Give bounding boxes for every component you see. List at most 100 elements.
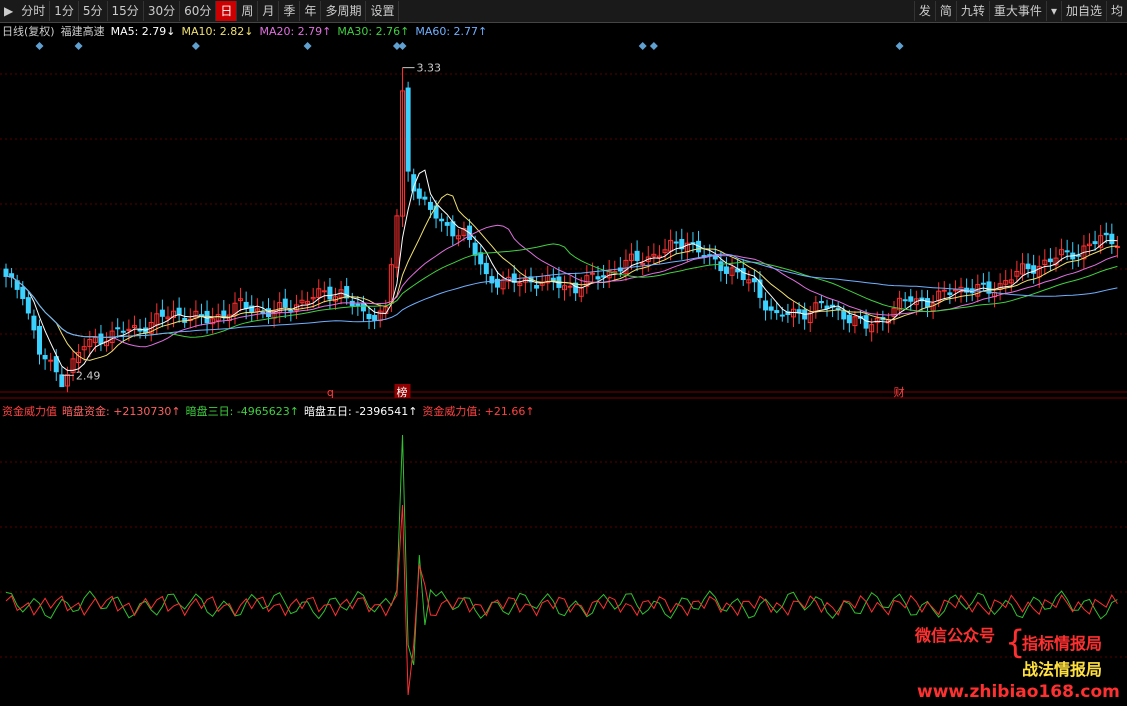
- toolbar-right-1[interactable]: 简: [934, 1, 956, 21]
- tab-8[interactable]: 月: [258, 1, 280, 21]
- sub-line-red: [5, 504, 1118, 696]
- candle-body: [25, 297, 31, 314]
- tab-1[interactable]: 1分: [50, 1, 79, 21]
- candle-body: [908, 296, 914, 302]
- marker-q: q: [327, 386, 334, 399]
- candle-body: [48, 359, 54, 362]
- candle-body: [673, 241, 679, 244]
- watermark-url: www.zhibiao168.com: [917, 682, 1120, 702]
- candle-body: [925, 298, 931, 308]
- tab-9[interactable]: 季: [279, 1, 301, 21]
- ma-line-MA60: [5, 253, 1118, 338]
- candle-body: [53, 356, 59, 373]
- candle-body: [422, 196, 428, 200]
- candle-body: [774, 310, 780, 314]
- candle-body: [740, 268, 746, 280]
- candle-body: [360, 303, 366, 312]
- candle-body: [243, 301, 249, 309]
- tab-5[interactable]: 60分: [180, 1, 217, 21]
- event-diamond-icon: [35, 42, 44, 50]
- marker-bang: 榜: [397, 385, 408, 399]
- candle-body: [59, 374, 65, 388]
- tab-0[interactable]: 分时: [17, 1, 51, 21]
- candle-body: [20, 286, 26, 299]
- sub-legend-3: 暗盘五日: -2396541↑: [304, 404, 417, 418]
- ma-legend-1: MA10: 2.82↓: [182, 25, 254, 38]
- candle-body: [1114, 246, 1120, 249]
- sub-legend-4: 资金威力值: +21.66↑: [422, 404, 534, 418]
- candle-body: [98, 333, 104, 345]
- candle-body: [372, 314, 378, 321]
- candle-body: [595, 276, 601, 280]
- sub-legend-0: 资金威力值: [2, 404, 57, 418]
- candle-body: [472, 242, 478, 256]
- tab-4[interactable]: 30分: [144, 1, 181, 21]
- tab-11[interactable]: 多周期: [321, 1, 367, 21]
- candle-body: [601, 275, 607, 278]
- candle-body: [902, 299, 908, 302]
- candle-body: [751, 278, 757, 283]
- dropdown-icon[interactable]: ▾: [1045, 1, 1061, 21]
- toolbar-right-3[interactable]: 重大事件: [988, 1, 1046, 21]
- candle-body: [589, 272, 595, 275]
- low-label: 2.49: [76, 369, 101, 382]
- toolbar-right-4[interactable]: 加自选: [1060, 1, 1106, 21]
- candle-body: [483, 262, 489, 275]
- candle-body: [718, 261, 724, 272]
- watermark-line2: 战法情报局: [1022, 660, 1103, 679]
- period-toolbar: ▶ 分时 1分 5分 15分 30分 60分日周月季年多周期 设置 发简九转 重大事件 ▾ 加自选均: [0, 0, 1127, 23]
- candle-body: [941, 289, 947, 292]
- candle-body: [846, 314, 852, 324]
- tab-7[interactable]: 周: [237, 1, 259, 21]
- candle-body: [427, 201, 433, 210]
- candle-body: [1064, 250, 1070, 253]
- event-diamond-icon: [303, 42, 312, 50]
- candle-body: [265, 308, 271, 318]
- candle-body: [1025, 263, 1031, 270]
- toolbar-right-0[interactable]: 发: [913, 1, 935, 21]
- candle-body: [489, 276, 495, 284]
- candle-body: [37, 325, 43, 355]
- ma-legend-3: MA30: 2.76↑: [337, 25, 409, 38]
- toolbar-right-5[interactable]: 均: [1105, 1, 1127, 21]
- tab-12[interactable]: 设置: [366, 1, 400, 21]
- candle-body: [3, 268, 9, 277]
- candle-body: [321, 290, 327, 293]
- event-diamond-icon: [638, 42, 647, 50]
- ma-legend-0: MA5: 2.79↓: [111, 25, 176, 38]
- toolbar-right-2[interactable]: 九转: [955, 1, 989, 21]
- tab-2[interactable]: 5分: [79, 1, 108, 21]
- candle-body: [31, 315, 37, 331]
- event-diamond-icon: [74, 42, 83, 50]
- tab-3[interactable]: 15分: [108, 1, 144, 21]
- candle-body: [204, 310, 210, 324]
- watermark-wechat: 微信公众号: [915, 626, 996, 645]
- candle-body: [1092, 241, 1098, 245]
- candle-body: [260, 311, 266, 314]
- candle-body: [763, 300, 769, 311]
- candle-body: [366, 313, 372, 320]
- tab-10[interactable]: 年: [300, 1, 322, 21]
- stock-chart: 日线(复权) 福建高速 MA5: 2.79↓ MA10: 2.82↓ MA20: 2.7…: [0, 24, 1127, 696]
- candle-body: [835, 307, 841, 310]
- candle-body: [818, 301, 824, 304]
- candle-body: [198, 314, 204, 317]
- candle-body: [567, 285, 573, 288]
- period-label: 日线(复权): [2, 24, 55, 38]
- collapse-arrow-icon[interactable]: ▶: [0, 4, 17, 18]
- candle-body: [534, 284, 540, 289]
- candle-body: [640, 263, 646, 266]
- candle-body: [1109, 233, 1115, 245]
- candle-body: [416, 188, 422, 199]
- toolbar-right: 发简九转 重大事件 ▾ 加自选均: [913, 0, 1127, 22]
- ma-legend-4: MA60: 2.77↑: [415, 25, 487, 38]
- ma-legend-2: MA20: 2.79↑: [259, 25, 331, 38]
- candle-body: [327, 286, 333, 300]
- main-legend: 日线(复权) 福建高速 MA5: 2.79↓ MA10: 2.82↓ MA20: 2.7…: [2, 24, 487, 38]
- candle-body: [288, 309, 294, 312]
- marker-cai: 财: [894, 385, 905, 399]
- event-diamond-icon: [191, 42, 200, 50]
- candle-body: [723, 266, 729, 274]
- tab-6[interactable]: 日: [216, 1, 238, 21]
- candle-body: [405, 87, 411, 172]
